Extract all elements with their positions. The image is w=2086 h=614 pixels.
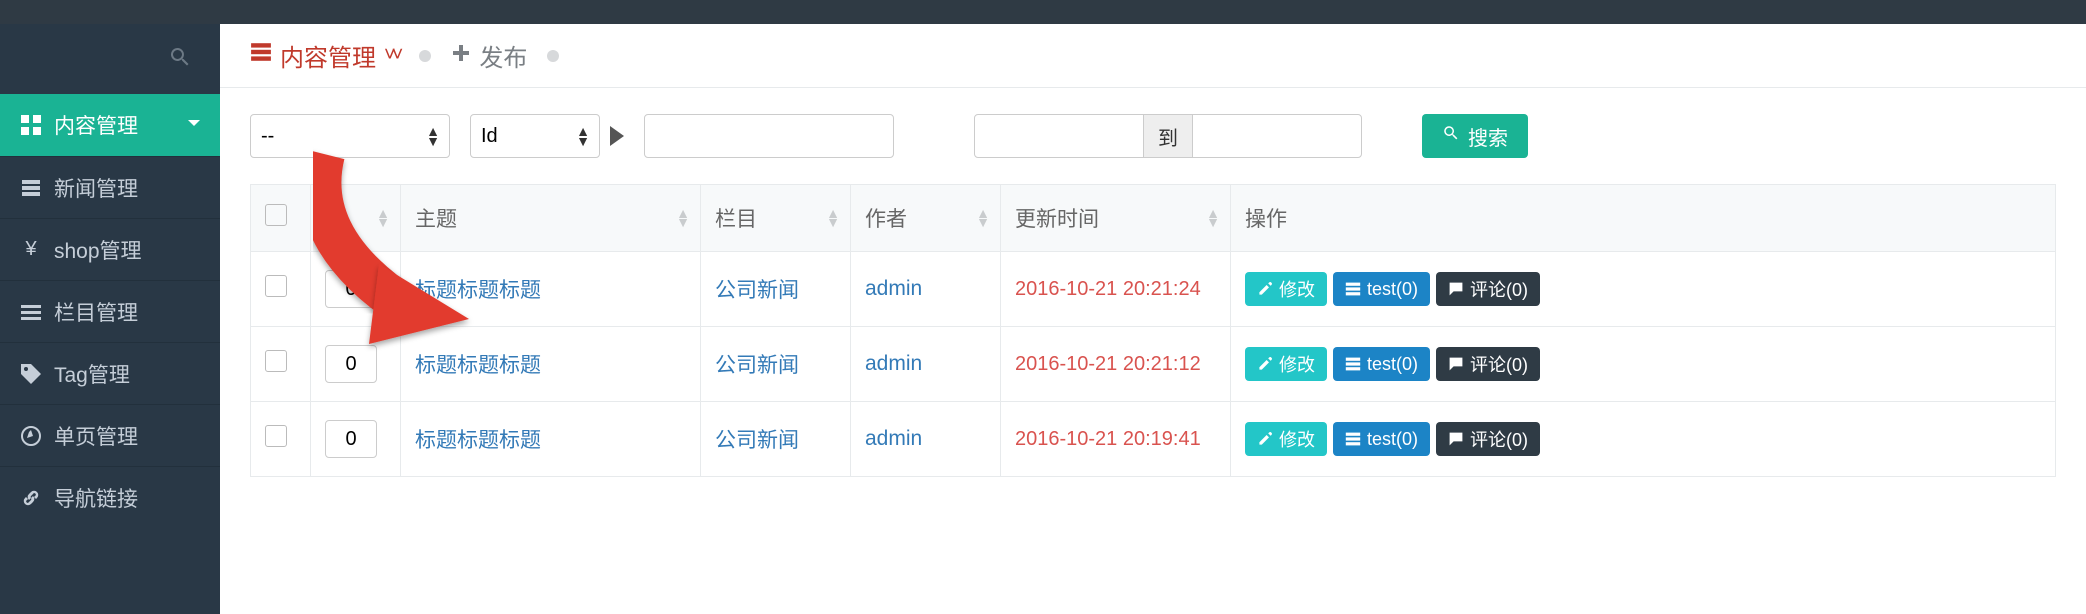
comment-icon — [1448, 281, 1464, 297]
search-button[interactable]: 搜索 — [1422, 114, 1528, 158]
link-icon — [18, 488, 44, 508]
dot-separator — [547, 50, 559, 62]
th-author: 作者 — [865, 208, 907, 231]
content-table: ▲▼ 主题▲▼ 栏目▲▼ 作者▲▼ 更新时间▲▼ 操作 标题标题标题公司新闻ad… — [250, 184, 2056, 477]
sidebar-item-singlepage-mgmt[interactable]: 单页管理 — [0, 404, 220, 466]
plus-icon — [451, 42, 471, 70]
filter-range-to[interactable] — [1192, 114, 1362, 158]
row-category-link[interactable]: 公司新闻 — [715, 429, 799, 452]
comment-icon — [1448, 431, 1464, 447]
table-row: 标题标题标题 公司新闻 admin 2016-10-21 20:21:24 修改test… — [251, 252, 2056, 327]
sort-icon[interactable]: ▲▼ — [976, 209, 990, 227]
row-subject-link[interactable]: 标题标题标题 — [415, 279, 541, 302]
grid-icon — [18, 115, 44, 135]
breadcrumb-publish[interactable]: 发布 — [451, 38, 527, 73]
comment-icon — [1448, 356, 1464, 372]
edit-button[interactable]: 修改 — [1245, 422, 1327, 456]
sidebar-item-label: 新闻管理 — [54, 173, 138, 203]
sidebar-item-label: Tag管理 — [54, 359, 130, 389]
sidebar-item-tag-mgmt[interactable]: Tag管理 — [0, 342, 220, 404]
filter-range-from[interactable] — [974, 114, 1144, 158]
th-category: 栏目 — [715, 208, 757, 231]
checkbox-all[interactable] — [265, 204, 287, 226]
sidebar-item-news-mgmt[interactable]: 新闻管理 — [0, 156, 220, 218]
table-icon — [1345, 431, 1361, 447]
range-separator: 到 — [1144, 114, 1192, 158]
filter-select-2[interactable]: Id — [470, 114, 600, 158]
row-author-link[interactable]: admin — [865, 352, 922, 375]
sort-icon[interactable]: ▲▼ — [1206, 209, 1220, 227]
th-ops: 操作 — [1245, 208, 1287, 231]
yen-icon: ¥ — [18, 238, 44, 261]
row-author-link[interactable]: admin — [865, 427, 922, 450]
row-checkbox[interactable] — [265, 350, 287, 372]
chevron-down-icon — [186, 113, 202, 137]
row-category-link[interactable]: 公司新闻 — [715, 279, 799, 302]
table-icon — [1345, 281, 1361, 297]
list-icon — [18, 302, 44, 322]
sidebar-item-label: 内容管理 — [54, 110, 138, 140]
row-checkbox[interactable] — [265, 425, 287, 447]
table-row: 标题标题标题 公司新闻 admin 2016-10-21 20:21:12 修改test… — [251, 327, 2056, 402]
sidebar-item-content-mgmt[interactable]: 内容管理 — [0, 94, 220, 156]
sort-icon[interactable]: ▲▼ — [826, 209, 840, 227]
search-button-label: 搜索 — [1468, 122, 1508, 151]
comment-button[interactable]: 评论(0) — [1436, 347, 1540, 381]
edit-icon — [1257, 356, 1273, 372]
sidebar-item-label: 单页管理 — [54, 421, 138, 451]
search-icon — [168, 45, 192, 74]
comment-button[interactable]: 评论(0) — [1436, 422, 1540, 456]
filter-bar: -- ▲▼ Id ▲▼ 到 搜索 — [220, 88, 2086, 184]
row-author-link[interactable]: admin — [865, 277, 922, 300]
th-updated: 更新时间 — [1015, 208, 1099, 231]
row-updated: 2016-10-21 20:19:41 — [1015, 428, 1201, 450]
sidebar-search[interactable] — [0, 24, 220, 94]
test-button[interactable]: test(0) — [1333, 422, 1430, 456]
breadcrumb-content-mgmt[interactable]: 内容管理 ˅˅ — [250, 38, 399, 73]
row-updated: 2016-10-21 20:21:12 — [1015, 353, 1201, 375]
test-button[interactable]: test(0) — [1333, 272, 1430, 306]
row-checkbox[interactable] — [265, 275, 287, 297]
sidebar-item-label: 栏目管理 — [54, 297, 138, 327]
triangle-right-icon — [610, 126, 624, 146]
filter-text-input[interactable] — [644, 114, 894, 158]
breadcrumb-bar: 内容管理 ˅˅ 发布 — [220, 24, 2086, 88]
row-order-input[interactable] — [325, 345, 377, 383]
tag-icon — [18, 364, 44, 384]
table-icon — [1345, 356, 1361, 372]
sidebar-item-label: shop管理 — [54, 235, 142, 265]
filter-select-1[interactable]: -- — [250, 114, 450, 158]
top-nav-bar — [0, 0, 2086, 24]
sort-icon[interactable]: ▲▼ — [676, 209, 690, 227]
edit-button[interactable]: 修改 — [1245, 347, 1327, 381]
breadcrumb-title-text: 内容管理 — [280, 38, 376, 73]
search-icon — [1442, 124, 1460, 148]
sidebar-item-nav-links[interactable]: 导航链接 — [0, 466, 220, 528]
table-row: 标题标题标题 公司新闻 admin 2016-10-21 20:19:41 修改test… — [251, 402, 2056, 477]
row-updated: 2016-10-21 20:21:24 — [1015, 278, 1201, 300]
double-chevron-down-icon: ˅˅ — [384, 44, 399, 67]
row-category-link[interactable]: 公司新闻 — [715, 354, 799, 377]
sidebar-item-category-mgmt[interactable]: 栏目管理 — [0, 280, 220, 342]
main-panel: 内容管理 ˅˅ 发布 -- ▲▼ Id — [220, 24, 2086, 614]
edit-button[interactable]: 修改 — [1245, 272, 1327, 306]
dot-separator — [419, 50, 431, 62]
row-subject-link[interactable]: 标题标题标题 — [415, 429, 541, 452]
comment-button[interactable]: 评论(0) — [1436, 272, 1540, 306]
sidebar: 内容管理 新闻管理 ¥ shop管理 栏目管理 Tag管理 — [0, 24, 220, 614]
sidebar-item-shop-mgmt[interactable]: ¥ shop管理 — [0, 218, 220, 280]
sort-icon[interactable]: ▲▼ — [376, 209, 390, 227]
edit-icon — [1257, 431, 1273, 447]
sidebar-item-label: 导航链接 — [54, 483, 138, 513]
th-subject: 主题 — [415, 208, 457, 231]
edit-icon — [1257, 281, 1273, 297]
table-icon — [18, 178, 44, 198]
publish-label: 发布 — [479, 38, 527, 73]
compass-icon — [18, 426, 44, 446]
row-subject-link[interactable]: 标题标题标题 — [415, 354, 541, 377]
test-button[interactable]: test(0) — [1333, 347, 1430, 381]
row-order-input[interactable] — [325, 420, 377, 458]
row-order-input[interactable] — [325, 270, 377, 308]
table-icon — [250, 41, 272, 70]
